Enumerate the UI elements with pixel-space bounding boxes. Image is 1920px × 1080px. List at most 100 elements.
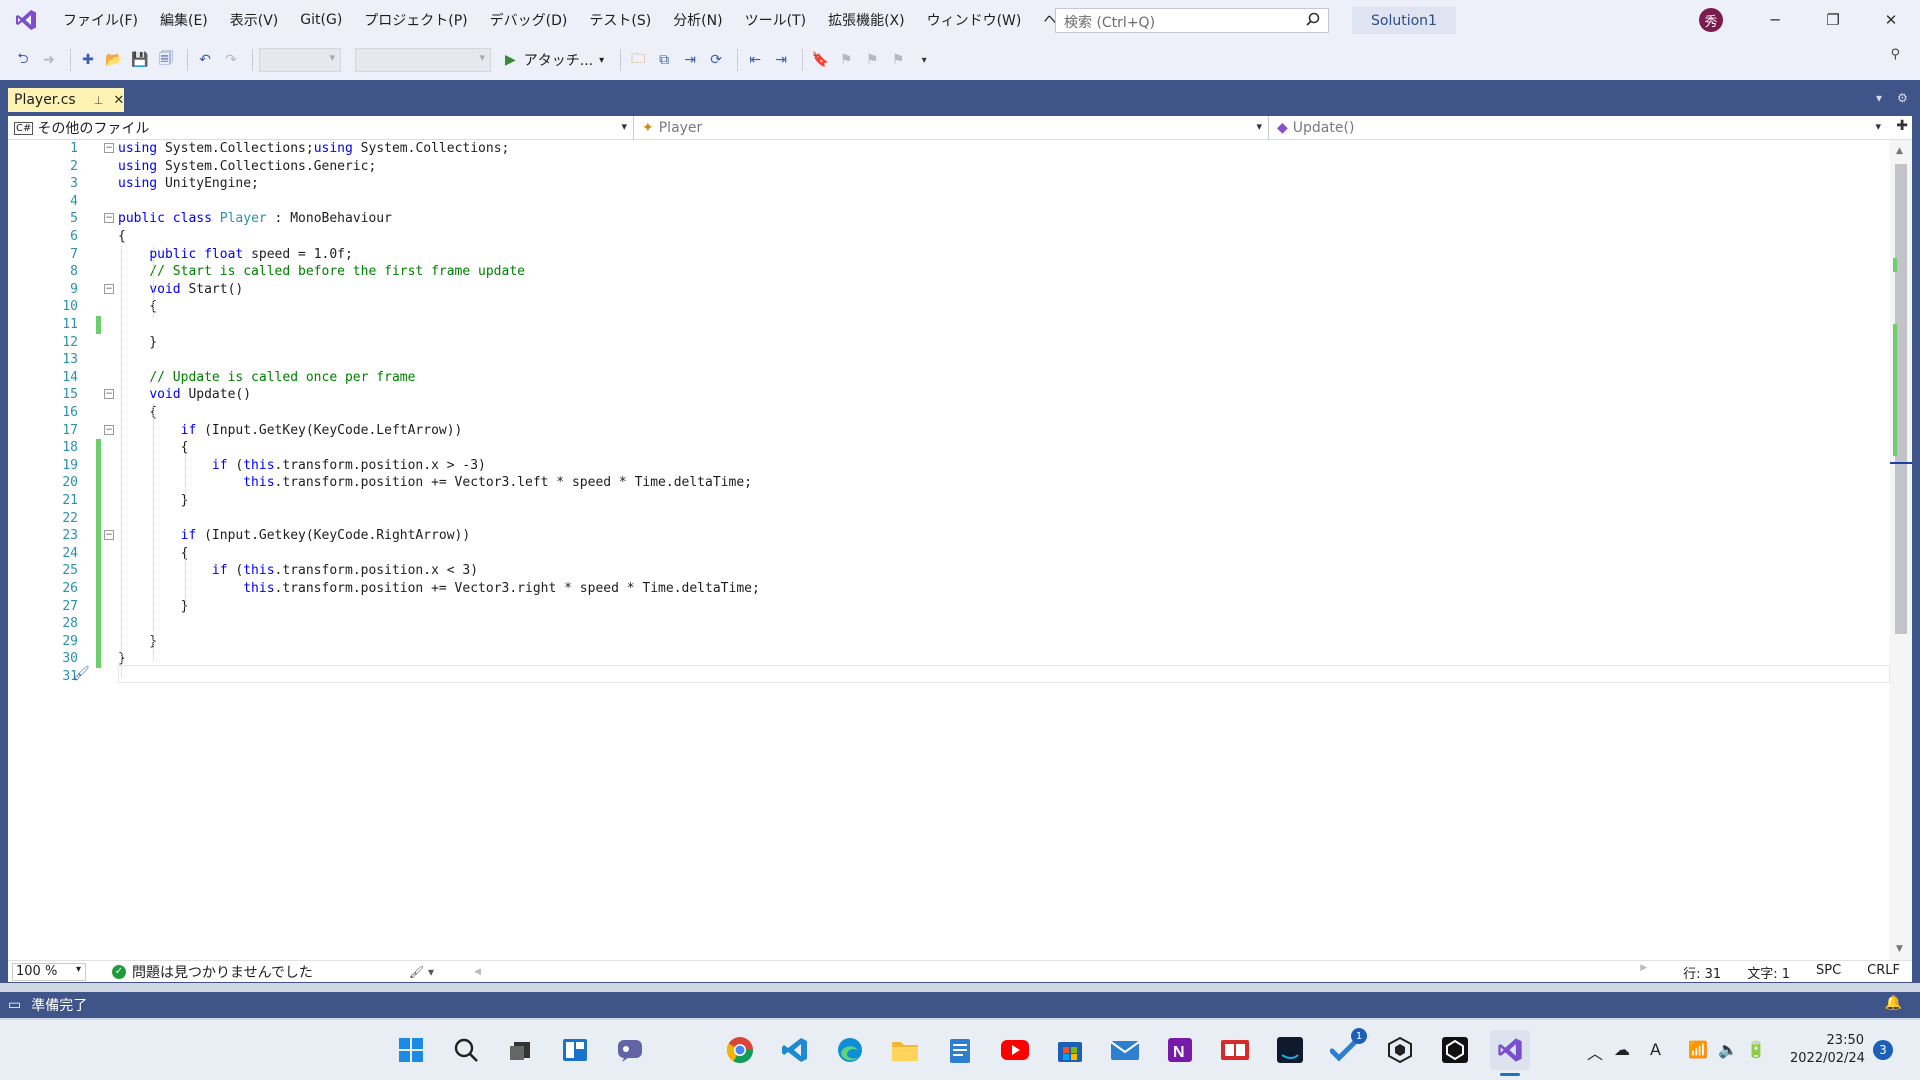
scroll-up-icon[interactable]: ▲	[1896, 146, 1903, 156]
navigate-forward-icon[interactable]: ➜	[38, 47, 60, 73]
menu-project[interactable]: プロジェクト(P)	[353, 10, 478, 30]
line-ending-indicator[interactable]: CRLF	[1867, 963, 1900, 982]
code-line[interactable]: 3 using UnityEngine;	[8, 175, 1888, 193]
notification-badge[interactable]: 3	[1873, 1040, 1893, 1060]
navigate-back-icon[interactable]: ⮌	[12, 47, 34, 73]
code-line[interactable]: 22	[8, 509, 1888, 528]
toolbar-overflow-icon[interactable]: ▾	[913, 47, 935, 73]
task-view-icon[interactable]	[500, 1030, 540, 1070]
code-line[interactable]: 6{	[8, 228, 1888, 246]
scroll-right-icon[interactable]: ▶	[1640, 963, 1647, 982]
menu-view[interactable]: 表示(V)	[219, 10, 290, 30]
hot-reload-icon[interactable]: ⟳	[705, 47, 727, 73]
menu-debug[interactable]: デバッグ(D)	[479, 10, 579, 30]
collapse-icon[interactable]: −	[104, 213, 114, 224]
minimize-button[interactable]: ─	[1746, 0, 1804, 40]
folder-icon[interactable]: 🗀	[627, 47, 649, 73]
wifi-icon[interactable]: 📶	[1688, 1040, 1708, 1059]
code-line[interactable]: 17 − if (Input.GetKey(KeyCode.LeftArrow))	[8, 422, 1888, 440]
chrome-icon[interactable]	[720, 1030, 760, 1070]
column-indicator[interactable]: 文字: 1	[1747, 963, 1790, 982]
file-explorer-icon[interactable]	[885, 1030, 925, 1070]
pin-icon[interactable]: ⊥	[94, 94, 104, 107]
zoom-dropdown[interactable]: 100 %	[12, 962, 86, 981]
visual-studio-taskbar-icon[interactable]	[1490, 1030, 1530, 1076]
vscode-icon[interactable]	[775, 1030, 815, 1070]
code-line[interactable]: 13	[8, 351, 1888, 369]
collapse-icon[interactable]: −	[104, 530, 114, 541]
whitespace-indicator[interactable]: SPC	[1816, 963, 1841, 982]
clear-bookmarks-icon[interactable]: ⚑	[887, 47, 909, 73]
quick-actions-brush-icon[interactable]: 🖌	[72, 666, 90, 682]
code-line[interactable]: 15 − void Update()	[8, 386, 1888, 404]
tab-list-dropdown-icon[interactable]: ▾	[1876, 91, 1882, 105]
code-line[interactable]: 2 using System.Collections.Generic;	[8, 158, 1888, 176]
code-line[interactable]: 29 }	[8, 632, 1888, 651]
undo-icon[interactable]: ↶	[194, 47, 216, 73]
battery-icon[interactable]: 🔋	[1746, 1040, 1766, 1059]
code-line[interactable]: 30}	[8, 650, 1888, 668]
onedrive-cloud-icon[interactable]: ☁	[1614, 1040, 1630, 1059]
code-line[interactable]: 23 − if (Input.Getkey(KeyCode.RightArrow)…	[8, 527, 1888, 545]
bookmark-icon[interactable]: 🔖	[809, 47, 831, 73]
system-clock[interactable]: 23:50 2022/02/24	[1790, 1032, 1865, 1068]
volume-icon[interactable]: 🔈	[1718, 1040, 1738, 1059]
code-editor[interactable]: 1− using System.Collections;using System.…	[8, 140, 1912, 960]
new-project-icon[interactable]: ✚	[77, 47, 99, 73]
code-line[interactable]: 1 − using System.Collections;using System.…	[8, 140, 1888, 158]
teams-chat-icon[interactable]	[610, 1030, 650, 1070]
line-indicator[interactable]: 行: 31	[1683, 963, 1721, 982]
show-hidden-icons-icon[interactable]: ︿	[1587, 1040, 1603, 1064]
indent-icon[interactable]: ⇤	[744, 47, 766, 73]
unity-hub-icon[interactable]	[1380, 1030, 1420, 1070]
edge-icon[interactable]	[830, 1030, 870, 1070]
code-line[interactable]: 12 }	[8, 334, 1888, 352]
platform-dropdown[interactable]	[355, 48, 491, 72]
prev-bookmark-icon[interactable]: ⚑	[835, 47, 857, 73]
code-line[interactable]: 26 this.transform.position += Vector3.ri…	[8, 580, 1888, 598]
save-icon[interactable]: 💾	[129, 47, 151, 73]
onenote-icon[interactable]: N	[1160, 1030, 1200, 1070]
menu-git[interactable]: Git(G)	[289, 12, 353, 28]
redo-icon[interactable]: ↷	[220, 47, 242, 73]
search-taskbar-icon[interactable]	[446, 1030, 486, 1070]
solution-name-button[interactable]: Solution1	[1352, 7, 1456, 34]
code-line[interactable]: 4	[8, 193, 1888, 211]
live-share-icon[interactable]: ⚲	[1890, 47, 1900, 62]
user-avatar[interactable]: 秀	[1699, 8, 1723, 32]
prime-video-icon[interactable]	[1270, 1030, 1310, 1070]
start-menu-icon[interactable]	[391, 1030, 431, 1070]
code-line[interactable]: 9 − void Start()	[8, 281, 1888, 299]
menu-analyze[interactable]: 分析(N)	[662, 10, 733, 30]
notifications-bell-icon[interactable]: 🔔	[1885, 995, 1902, 1011]
collapse-icon[interactable]: −	[104, 424, 114, 435]
menu-file[interactable]: ファイル(F)	[52, 10, 149, 30]
step-icon[interactable]: ⇥	[679, 47, 701, 73]
close-tab-icon[interactable]: ✕	[113, 93, 124, 108]
code-line[interactable]: 10 {	[8, 298, 1888, 316]
project-nav-dropdown[interactable]: C# その他のファイル ▾	[8, 116, 634, 140]
split-window-icon[interactable]: ✚	[1896, 118, 1908, 134]
code-line[interactable]: 11	[8, 316, 1888, 334]
code-line[interactable]: 27 }	[8, 597, 1888, 616]
save-all-icon[interactable]: 🗐	[155, 47, 177, 73]
issues-indicator[interactable]: ✓ 問題は見つかりませんでした	[112, 962, 313, 982]
next-bookmark-icon[interactable]: ⚑	[861, 47, 883, 73]
youtube-icon[interactable]	[995, 1030, 1035, 1070]
open-file-icon[interactable]: 📂	[103, 47, 125, 73]
settings-gear-icon[interactable]: ⚙	[1897, 91, 1908, 105]
news-app-icon[interactable]	[1215, 1030, 1255, 1070]
menu-tools[interactable]: ツール(T)	[734, 10, 817, 30]
scroll-left-icon[interactable]: ◀	[474, 967, 481, 977]
restore-button[interactable]: ❐	[1804, 0, 1862, 40]
attach-button[interactable]: ▶ アタッチ... ▾	[505, 50, 604, 70]
browser-icon[interactable]: ⧉	[653, 47, 675, 73]
notepad-icon[interactable]	[940, 1030, 980, 1070]
code-line[interactable]: 18 {	[8, 439, 1888, 457]
microsoft-store-icon[interactable]	[1050, 1030, 1090, 1070]
member-nav-dropdown[interactable]: ◆ Update() ▾	[1271, 116, 1887, 140]
code-line[interactable]: 5 − public class Player : MonoBehaviour	[8, 210, 1888, 228]
ime-mode-icon[interactable]: A	[1650, 1040, 1661, 1059]
collapse-icon[interactable]: −	[104, 389, 114, 400]
search-input[interactable]: 検索 (Ctrl+Q)	[1055, 8, 1329, 33]
